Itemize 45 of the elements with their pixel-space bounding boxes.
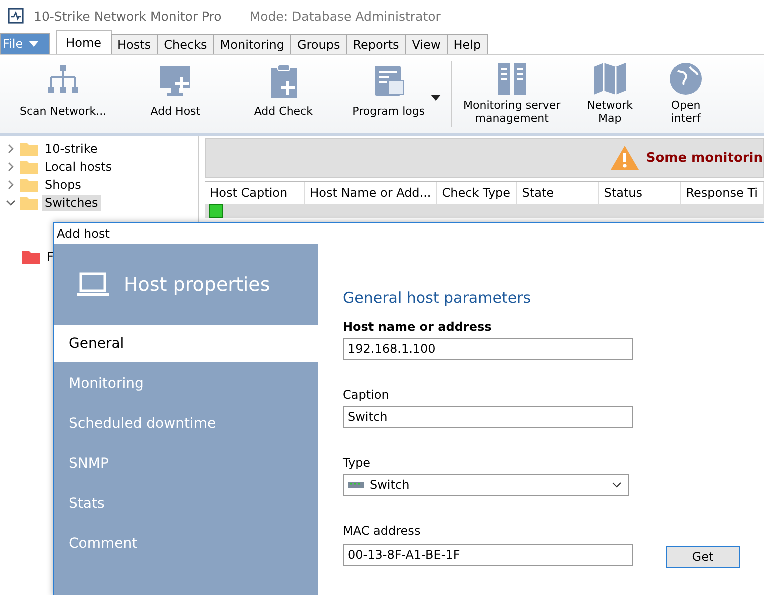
ribbon-button[interactable]: Add Host bbox=[130, 61, 221, 127]
alert-text: Some monitorin bbox=[646, 150, 763, 166]
ribbon-tab[interactable]: Home bbox=[56, 30, 112, 54]
laptop-icon bbox=[76, 272, 110, 298]
ribbon-button[interactable]: Scan Network... bbox=[14, 61, 113, 127]
tree-item[interactable]: Local hosts bbox=[42, 159, 116, 175]
switch-icon bbox=[348, 481, 364, 489]
field-label: Type bbox=[343, 456, 372, 470]
sidebar-header: Host properties bbox=[124, 274, 270, 296]
ribbon-tab[interactable]: Monitoring bbox=[213, 34, 292, 54]
field-label: MAC address bbox=[343, 524, 422, 538]
window-title: 10-Strike Network Monitor Pro bbox=[34, 8, 222, 24]
ribbon-button[interactable]: Program logs bbox=[346, 61, 446, 127]
ribbon-button[interactable]: Monitoring server management bbox=[452, 61, 572, 127]
map-icon bbox=[592, 61, 628, 97]
tree-item[interactable]: 10-strike bbox=[42, 141, 101, 157]
section-title: General host parameters bbox=[343, 289, 532, 307]
tree-item[interactable]: Shops bbox=[42, 177, 84, 193]
caret-icon bbox=[29, 41, 40, 47]
app-logo-icon bbox=[8, 8, 24, 24]
tree-item[interactable]: F bbox=[44, 249, 57, 265]
get-button[interactable]: Get bbox=[666, 546, 740, 568]
ribbon-button[interactable]: Add Check bbox=[238, 61, 329, 127]
dialog-title: Add host bbox=[56, 226, 111, 242]
ribbon-tab[interactable]: Hosts bbox=[110, 34, 158, 54]
ribbon-button[interactable]: Open interf bbox=[648, 61, 724, 127]
field-label: Caption bbox=[343, 388, 390, 402]
field-label: Host name or address bbox=[343, 320, 493, 334]
host-status-icon bbox=[209, 204, 224, 218]
ribbon-tab[interactable]: Reports bbox=[346, 34, 406, 54]
ribbon-tab[interactable]: Checks bbox=[157, 34, 214, 54]
ribbon-tab[interactable]: Help bbox=[446, 34, 488, 54]
input-field[interactable]: 00-13-8F-A1-BE-1F bbox=[343, 544, 633, 566]
warning-icon bbox=[610, 145, 640, 171]
ribbon-button[interactable]: Network Map bbox=[572, 61, 648, 127]
input-field[interactable]: Switch bbox=[343, 406, 633, 428]
ribbon-tab[interactable]: View bbox=[405, 34, 448, 54]
sidebar-item[interactable]: General bbox=[54, 325, 318, 362]
input-field[interactable]: 192.168.1.100 bbox=[343, 338, 633, 360]
caret-icon bbox=[612, 482, 622, 488]
tree-item[interactable]: Switches bbox=[42, 195, 102, 211]
mode-label: Mode: Database Administrator bbox=[250, 8, 441, 24]
type-dropdown[interactable]: Switch bbox=[343, 474, 629, 496]
ribbon-tab[interactable]: Groups bbox=[290, 34, 348, 54]
globe-icon bbox=[668, 61, 704, 97]
